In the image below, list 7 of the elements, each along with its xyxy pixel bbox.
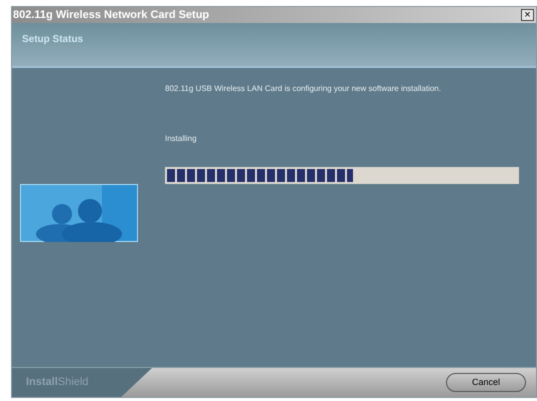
status-label: Installing bbox=[165, 133, 198, 145]
header-title: Setup Status bbox=[22, 34, 84, 45]
cancel-button[interactable]: Cancel bbox=[446, 373, 526, 392]
status-message: 802.11g USB Wireless LAN Card is configuring your new software installation. bbox=[165, 83, 442, 95]
close-button[interactable]: × bbox=[521, 9, 534, 21]
window-title: 802.11g Wireless Network Card Setup bbox=[13, 10, 210, 20]
users-icon bbox=[20, 184, 138, 242]
